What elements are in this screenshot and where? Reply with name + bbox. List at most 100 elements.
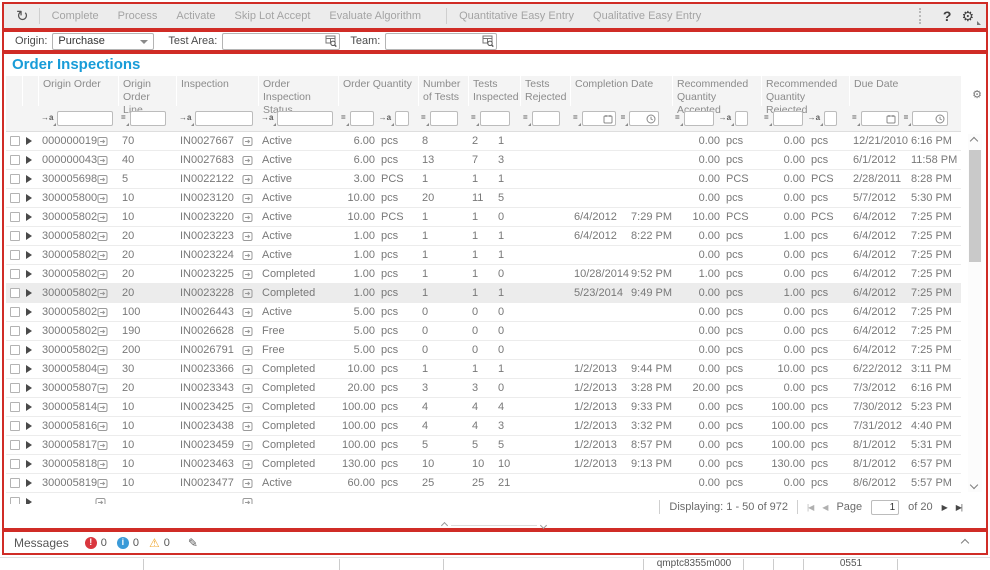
drilldown-icon[interactable] xyxy=(97,307,108,318)
row-expand-arrow[interactable] xyxy=(26,213,32,221)
settings-gear-icon[interactable]: ⚙ xyxy=(961,8,974,25)
first-page-icon[interactable]: |◀ xyxy=(807,503,813,512)
col-origin-order-line[interactable]: Origin Order Line xyxy=(118,76,176,106)
drilldown-icon[interactable] xyxy=(242,193,253,204)
filter-due-time-input[interactable] xyxy=(915,113,935,124)
row-expand-arrow[interactable] xyxy=(26,441,32,449)
filter-op-startswith-icon[interactable]: →a xyxy=(261,112,274,125)
table-row[interactable]: 300005802 20 IN0023228 Completed 1.00pcs… xyxy=(6,284,961,303)
drilldown-icon[interactable] xyxy=(242,383,253,394)
row-checkbox[interactable] xyxy=(10,288,20,298)
grid-settings-gear-icon[interactable]: ⚙ xyxy=(972,88,982,101)
filter-tests-rejected-input[interactable] xyxy=(532,111,560,126)
row-expand-arrow[interactable] xyxy=(26,289,32,297)
table-row[interactable]: 300005819 10 IN0023477 Active 60.00pcs 2… xyxy=(6,474,961,493)
filter-order-quantity-input[interactable] xyxy=(350,111,374,126)
filter-op-equals-icon[interactable]: = xyxy=(764,112,770,125)
row-checkbox[interactable] xyxy=(10,345,20,355)
drilldown-icon[interactable] xyxy=(242,174,253,185)
table-row[interactable]: 300005802 100 IN0026443 Active 5.00pcs 0… xyxy=(6,303,961,322)
row-checkbox[interactable] xyxy=(10,383,20,393)
table-row[interactable]: 300005814 10 IN0023425 Completed 100.00p… xyxy=(6,398,961,417)
col-recommended-quantity-rejected[interactable]: Recommended Quantity Rejected xyxy=(761,76,849,106)
row-checkbox[interactable] xyxy=(10,212,20,222)
row-expand-arrow[interactable] xyxy=(26,251,32,259)
filter-op-startswith-icon[interactable]: →a xyxy=(379,112,392,125)
row-expand-arrow[interactable] xyxy=(26,460,32,468)
table-row[interactable]: 300005802 190 IN0026628 Free 5.00pcs 0 0… xyxy=(6,322,961,341)
drilldown-icon[interactable] xyxy=(242,364,253,375)
clock-icon[interactable] xyxy=(935,114,945,124)
filter-op-startswith-icon[interactable]: →a xyxy=(808,112,821,125)
drilldown-icon[interactable] xyxy=(242,288,253,299)
filter-op-startswith-icon[interactable]: →a xyxy=(719,112,732,125)
row-checkbox[interactable] xyxy=(10,402,20,412)
filter-op-equals-icon[interactable]: = xyxy=(121,112,127,125)
row-checkbox[interactable] xyxy=(10,250,20,260)
col-tests-inspected[interactable]: Tests Inspected xyxy=(468,76,520,106)
drilldown-icon[interactable] xyxy=(242,326,253,337)
filter-rec-qty-rejected-input[interactable] xyxy=(773,111,803,126)
filter-op-equals-icon[interactable]: = xyxy=(904,112,910,125)
col-recommended-quantity-accepted[interactable]: Recommended Quantity Accepted xyxy=(672,76,761,106)
drilldown-icon[interactable] xyxy=(97,345,108,356)
row-checkbox[interactable] xyxy=(10,459,20,469)
row-checkbox[interactable] xyxy=(10,155,20,165)
filter-completion-date-input[interactable] xyxy=(585,113,603,124)
table-row[interactable]: 300005698 5 IN0022122 Active 3.00PCS 1 1… xyxy=(6,170,961,189)
filter-op-startswith-icon[interactable]: →a xyxy=(179,112,192,125)
drilldown-icon[interactable] xyxy=(97,326,108,337)
row-expand-arrow[interactable] xyxy=(26,365,32,373)
filter-tests-inspected-input[interactable] xyxy=(480,111,510,126)
next-page-icon[interactable]: ▶ xyxy=(942,503,947,512)
drilldown-icon[interactable] xyxy=(97,459,108,470)
help-button[interactable]: ? xyxy=(943,8,952,24)
filter-op-equals-icon[interactable]: = xyxy=(675,112,681,125)
page-number-input[interactable] xyxy=(871,500,899,515)
drilldown-icon[interactable] xyxy=(97,269,108,280)
drilldown-icon[interactable] xyxy=(97,421,108,432)
col-origin-order[interactable]: Origin Order xyxy=(38,76,118,106)
table-row[interactable]: 300005818 10 IN0023463 Completed 130.00p… xyxy=(6,455,961,474)
row-checkbox[interactable] xyxy=(10,307,20,317)
drilldown-icon[interactable] xyxy=(97,174,108,185)
clock-icon[interactable] xyxy=(646,114,656,124)
row-expand-arrow[interactable] xyxy=(26,498,32,504)
team-field[interactable] xyxy=(385,33,497,50)
table-row[interactable]: 300005802 10 IN0023220 Active 10.00PCS 1… xyxy=(6,208,961,227)
row-checkbox[interactable] xyxy=(10,193,20,203)
drilldown-icon[interactable] xyxy=(242,440,253,451)
row-expand-arrow[interactable] xyxy=(26,194,32,202)
table-row[interactable]: 300005802 20 IN0023224 Active 1.00pcs 1 … xyxy=(6,246,961,265)
drilldown-icon[interactable] xyxy=(95,497,106,505)
row-expand-arrow[interactable] xyxy=(26,327,32,335)
col-inspection[interactable]: Inspection xyxy=(176,76,258,106)
row-expand-arrow[interactable] xyxy=(26,403,32,411)
filter-inspection-input[interactable] xyxy=(195,111,253,126)
drilldown-icon[interactable] xyxy=(242,269,253,280)
filter-op-equals-icon[interactable]: = xyxy=(573,112,579,125)
row-expand-arrow[interactable] xyxy=(26,175,32,183)
row-expand-arrow[interactable] xyxy=(26,308,32,316)
activate-button[interactable]: Activate xyxy=(176,10,215,22)
filter-op-startswith-icon[interactable]: →a xyxy=(41,112,54,125)
drilldown-icon[interactable] xyxy=(97,155,108,166)
drilldown-icon[interactable] xyxy=(242,497,253,505)
table-row[interactable]: 300005816 10 IN0023438 Completed 100.00p… xyxy=(6,417,961,436)
table-row[interactable]: 300005800 10 IN0023120 Active 10.00pcs 2… xyxy=(6,189,961,208)
table-row[interactable]: 000000043 40 IN0027683 Active 6.00pcs 13… xyxy=(6,151,961,170)
drilldown-icon[interactable] xyxy=(242,136,253,147)
evaluate-algorithm-button[interactable]: Evaluate Algorithm xyxy=(329,10,421,22)
messages-collapse-icon[interactable] xyxy=(961,538,969,546)
row-expand-arrow[interactable] xyxy=(26,422,32,430)
team-input[interactable] xyxy=(390,35,482,47)
filter-due-date-input[interactable] xyxy=(864,113,886,124)
drilldown-icon[interactable] xyxy=(97,288,108,299)
drilldown-icon[interactable] xyxy=(242,250,253,261)
filter-origin-order-line-input[interactable] xyxy=(130,111,166,126)
filter-op-equals-icon[interactable]: = xyxy=(341,112,347,125)
table-row[interactable]: 300005802 200 IN0026791 Free 5.00pcs 0 0… xyxy=(6,341,961,360)
filter-rec-qty-accepted-input[interactable] xyxy=(684,111,714,126)
drilldown-icon[interactable] xyxy=(97,250,108,261)
row-expand-arrow[interactable] xyxy=(26,137,32,145)
